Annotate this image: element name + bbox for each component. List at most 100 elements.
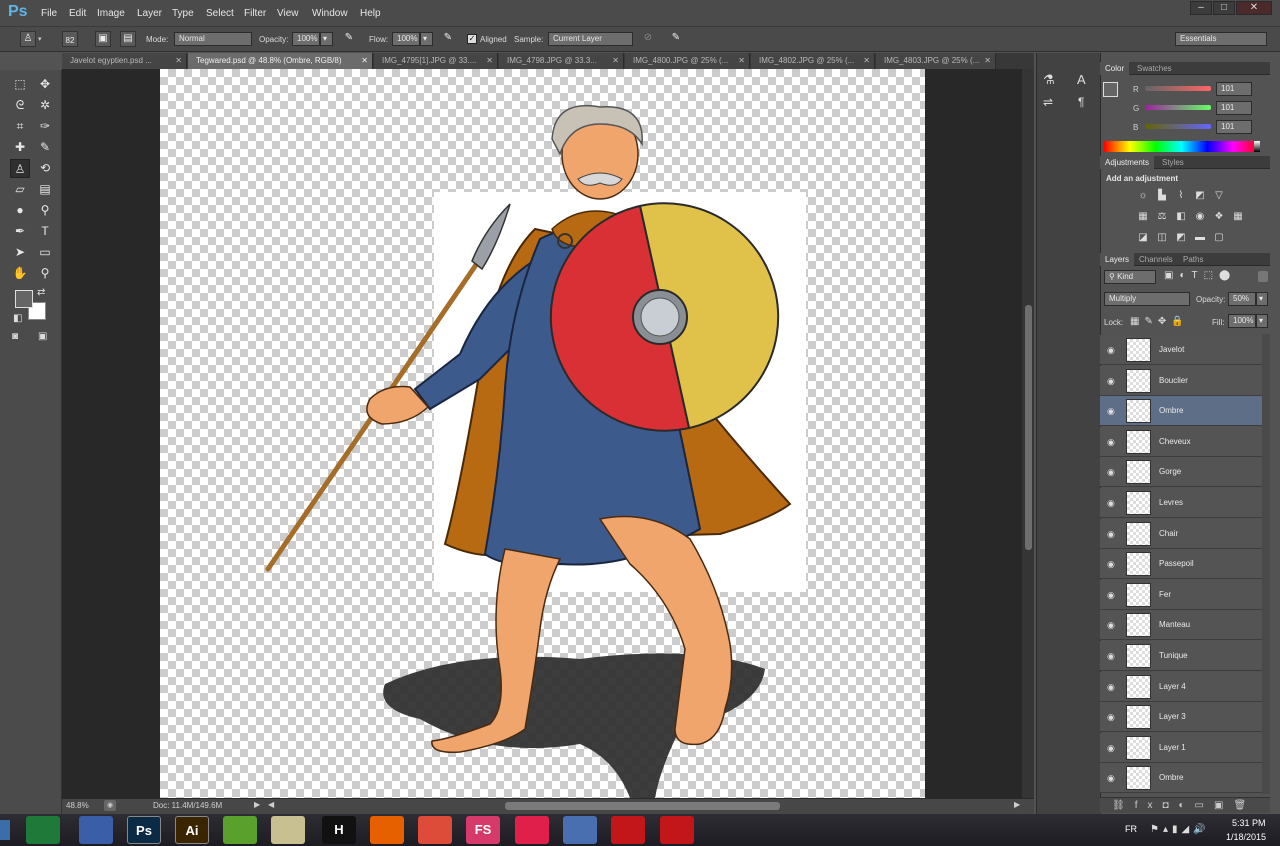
layer-row[interactable]: ◉ Tunique xyxy=(1100,641,1262,671)
blend-mode-select[interactable]: Multiply xyxy=(1104,292,1190,306)
screen-mode-icon[interactable]: ▣ xyxy=(38,331,47,342)
close-tab-icon[interactable]: ✕ xyxy=(486,53,493,69)
green-slider[interactable] xyxy=(1145,105,1211,110)
quick-mask-icon[interactable]: ◙ xyxy=(12,331,18,342)
color-balance-icon[interactable]: ⚖ xyxy=(1156,211,1168,222)
eyedropper-icon[interactable]: ✑ xyxy=(35,117,55,136)
lock-icons[interactable]: ▦✎✥🔒 xyxy=(1130,316,1189,327)
document-tab[interactable]: IMG_4798.JPG @ 33.3... ✕ xyxy=(499,53,624,69)
brush-preset-picker[interactable]: 82 xyxy=(62,31,78,47)
taskbar-illustrator-icon[interactable]: Ai xyxy=(175,816,209,844)
tab-adjustments[interactable]: Adjustments xyxy=(1100,156,1155,169)
scroll-left-icon[interactable]: ◀ xyxy=(268,800,274,809)
system-tray-icons[interactable]: ⚑▴▮◢🔊 xyxy=(1150,824,1210,835)
flow-field[interactable]: 100% xyxy=(392,32,420,46)
lasso-icon[interactable]: ᘓ xyxy=(10,96,30,115)
threshold-icon[interactable]: ◩ xyxy=(1175,232,1187,243)
red-slider[interactable] xyxy=(1145,86,1211,91)
close-tab-icon[interactable]: ✕ xyxy=(984,53,991,69)
tab-layers[interactable]: Layers xyxy=(1100,253,1135,266)
foreground-color-swatch[interactable] xyxy=(15,290,33,308)
color-spectrum-ramp[interactable] xyxy=(1104,141,1259,152)
layer-opacity-field[interactable]: 50% xyxy=(1228,292,1256,306)
zoom-level[interactable]: 48.8% xyxy=(66,801,89,810)
visibility-eye-icon[interactable]: ◉ xyxy=(1107,590,1115,601)
invert-icon[interactable]: ◪ xyxy=(1137,232,1149,243)
vertical-scroll-thumb[interactable] xyxy=(1025,305,1032,550)
layer-row[interactable]: ◉ Manteau xyxy=(1100,610,1262,641)
layer-row[interactable]: ◉ Ombre xyxy=(1100,763,1262,794)
visibility-eye-icon[interactable]: ◉ xyxy=(1107,773,1115,784)
zoom-icon[interactable]: ⚲ xyxy=(35,264,55,283)
tab-paths[interactable]: Paths xyxy=(1178,253,1208,266)
menu-filter[interactable]: Filter xyxy=(244,8,266,19)
document-tab[interactable]: Javelot egyptien.psd ... ✕ xyxy=(62,53,187,69)
visibility-eye-icon[interactable]: ◉ xyxy=(1107,743,1115,754)
tab-swatches[interactable]: Swatches xyxy=(1132,62,1177,75)
taskbar-app-scanner-icon[interactable] xyxy=(271,816,305,844)
document-tab[interactable]: IMG_4800.JPG @ 25% (... ✕ xyxy=(625,53,750,69)
taskbar-fs-icon[interactable]: FS xyxy=(466,816,500,844)
tab-styles[interactable]: Styles xyxy=(1157,156,1189,169)
visibility-eye-icon[interactable]: ◉ xyxy=(1107,620,1115,631)
layer-row[interactable]: ◉ Gorge xyxy=(1100,457,1262,488)
document-tab[interactable]: IMG_4803.JPG @ 25% (... ✕ xyxy=(876,53,996,69)
sample-select[interactable]: Current Layer xyxy=(548,32,633,46)
visibility-eye-icon[interactable]: ◉ xyxy=(1107,651,1115,662)
taskbar-itunes-icon[interactable] xyxy=(515,816,549,844)
airbrush-icon[interactable]: ✎ xyxy=(440,31,456,47)
levels-icon[interactable]: ▙ xyxy=(1156,190,1168,201)
blur-icon[interactable]: ● xyxy=(10,201,30,220)
color-lookup-icon[interactable]: ▦ xyxy=(1232,211,1244,222)
taskbar-photoshop-icon[interactable]: Ps xyxy=(127,816,161,844)
taskbar-filezilla-icon[interactable] xyxy=(660,816,694,844)
dodge-icon[interactable]: ⚲ xyxy=(35,201,55,220)
clone-stamp-tool-icon[interactable]: ♙ xyxy=(20,31,36,47)
flow-dropdown[interactable]: ▾ xyxy=(420,32,433,46)
layer-row[interactable]: ◉ Layer 3 xyxy=(1100,702,1262,733)
start-button[interactable] xyxy=(0,820,10,840)
menu-view[interactable]: View xyxy=(277,8,299,19)
visibility-eye-icon[interactable]: ◉ xyxy=(1107,712,1115,723)
menu-help[interactable]: Help xyxy=(360,8,381,19)
history-icon[interactable]: ⚗ xyxy=(1043,72,1055,88)
layer-row[interactable]: ◉ Passepoil xyxy=(1100,549,1262,580)
taskbar-acrobat-icon[interactable] xyxy=(611,816,645,844)
swap-colors-icon[interactable]: ⇄ xyxy=(37,287,45,298)
taskbar-chrome-icon[interactable] xyxy=(418,816,452,844)
layer-row[interactable]: ◉ Fer xyxy=(1100,579,1262,610)
layer-row[interactable]: ◉ Levres xyxy=(1100,488,1262,518)
black-white-icon[interactable]: ◧ xyxy=(1175,211,1187,222)
rectangle-icon[interactable]: ▭ xyxy=(35,243,55,262)
opacity-field[interactable]: 100% xyxy=(292,32,320,46)
taskbar-app-h-icon[interactable]: H xyxy=(322,816,356,844)
history-brush-icon[interactable]: ⟲ xyxy=(35,159,55,178)
layer-filter-icons[interactable]: ▣◐T⬚⬤ xyxy=(1164,270,1236,281)
hue-saturation-icon[interactable]: ▦ xyxy=(1137,211,1149,222)
taskbar-word-icon[interactable] xyxy=(79,816,113,844)
b-field[interactable]: 101 xyxy=(1216,120,1252,134)
curves-icon[interactable]: ⌇ xyxy=(1175,190,1187,201)
move-icon[interactable]: ✥ xyxy=(35,75,55,94)
maximize-button[interactable]: □ xyxy=(1213,1,1235,15)
horizontal-scroll-thumb[interactable] xyxy=(505,802,780,810)
character-icon[interactable]: A xyxy=(1077,72,1086,87)
opacity-dropdown[interactable]: ▾ xyxy=(320,32,333,46)
menu-window[interactable]: Window xyxy=(312,8,348,19)
visibility-eye-icon[interactable]: ◉ xyxy=(1107,437,1115,448)
tool-presets-icon[interactable]: ⇌ xyxy=(1043,95,1053,109)
blue-slider[interactable] xyxy=(1145,124,1211,129)
path-selection-icon[interactable]: ➤ xyxy=(10,243,30,262)
close-button[interactable]: ✕ xyxy=(1236,1,1272,15)
default-colors-icon[interactable]: ◧ xyxy=(13,313,22,324)
magic-wand-icon[interactable]: ✲ xyxy=(35,96,55,115)
selective-color-icon[interactable]: ▢ xyxy=(1213,232,1225,243)
document-tab[interactable]: IMG_4795[1].JPG @ 33.... ✕ xyxy=(374,53,498,69)
fill-field[interactable]: 100% xyxy=(1228,314,1256,328)
crop-icon[interactable]: ⌗ xyxy=(10,117,30,136)
layers-scrollbar[interactable] xyxy=(1262,334,1270,794)
menu-select[interactable]: Select xyxy=(206,8,234,19)
foreground-color-swatch[interactable] xyxy=(1103,82,1118,97)
close-tab-icon[interactable]: ✕ xyxy=(612,53,619,69)
document-canvas[interactable] xyxy=(160,69,925,798)
